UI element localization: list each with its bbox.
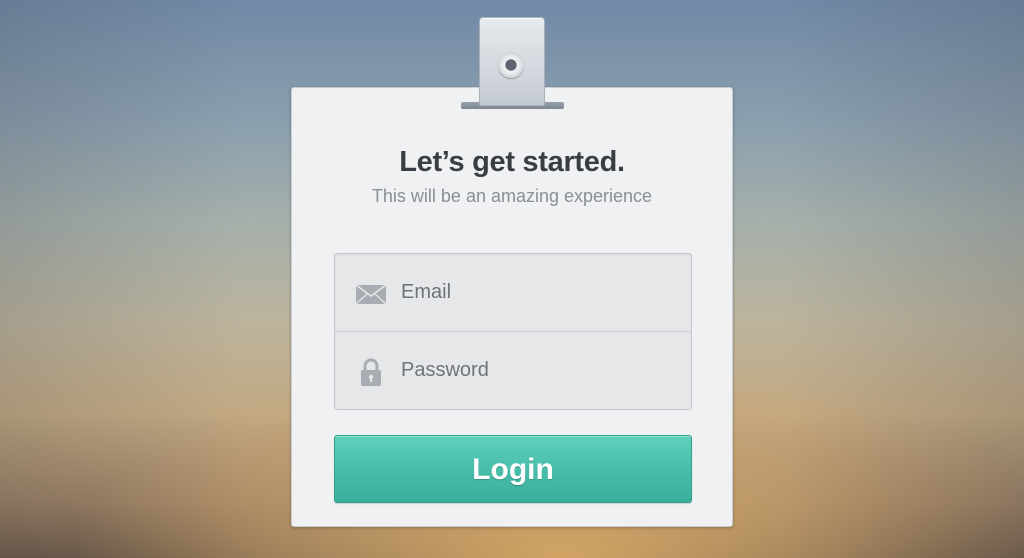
lock-icon [361, 358, 381, 386]
login-card: Let’s get started. This will be an amazi… [291, 87, 733, 527]
login-button[interactable]: Login [334, 435, 692, 503]
envelope-icon [355, 284, 387, 305]
clip-hole [498, 52, 524, 78]
password-field[interactable]: Password [335, 332, 691, 409]
background-shade-right [784, 0, 1024, 558]
email-placeholder: Email [401, 281, 452, 303]
badge-clip [479, 17, 545, 106]
page-title: Let’s get started. [399, 146, 625, 178]
login-button-label: Login [472, 453, 554, 486]
background-shade-left [0, 0, 240, 558]
password-placeholder: Password [401, 359, 489, 381]
page-subtitle: This will be an amazing experience [371, 186, 653, 206]
credentials-group: Email Password [334, 253, 692, 410]
email-field[interactable]: Email [335, 254, 691, 332]
